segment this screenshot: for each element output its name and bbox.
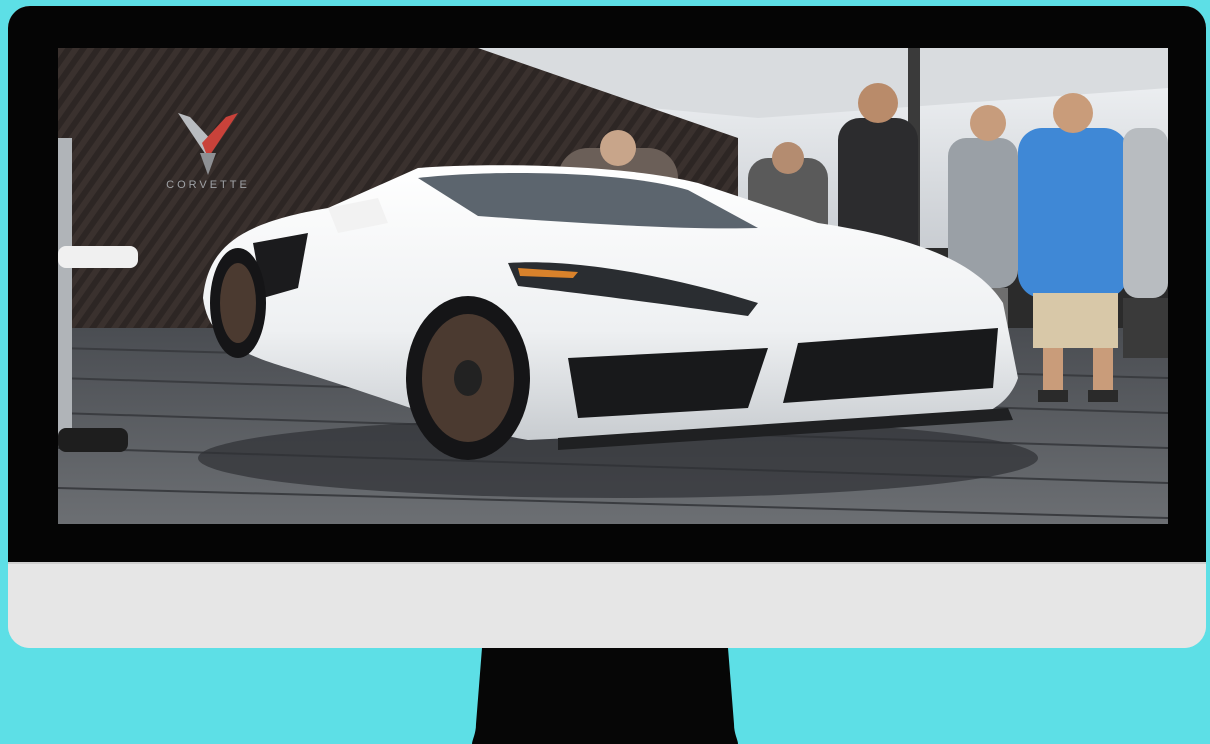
car-show-photo: CORVETTE (58, 48, 1168, 524)
monitor-stand (472, 648, 738, 744)
desktop-monitor: CORVETTE (8, 6, 1206, 648)
monitor-screen: CORVETTE (58, 48, 1168, 524)
corvette-wordmark: CORVETTE (166, 179, 250, 191)
monitor-chin (8, 562, 1206, 648)
display-stand-bar (58, 246, 138, 268)
